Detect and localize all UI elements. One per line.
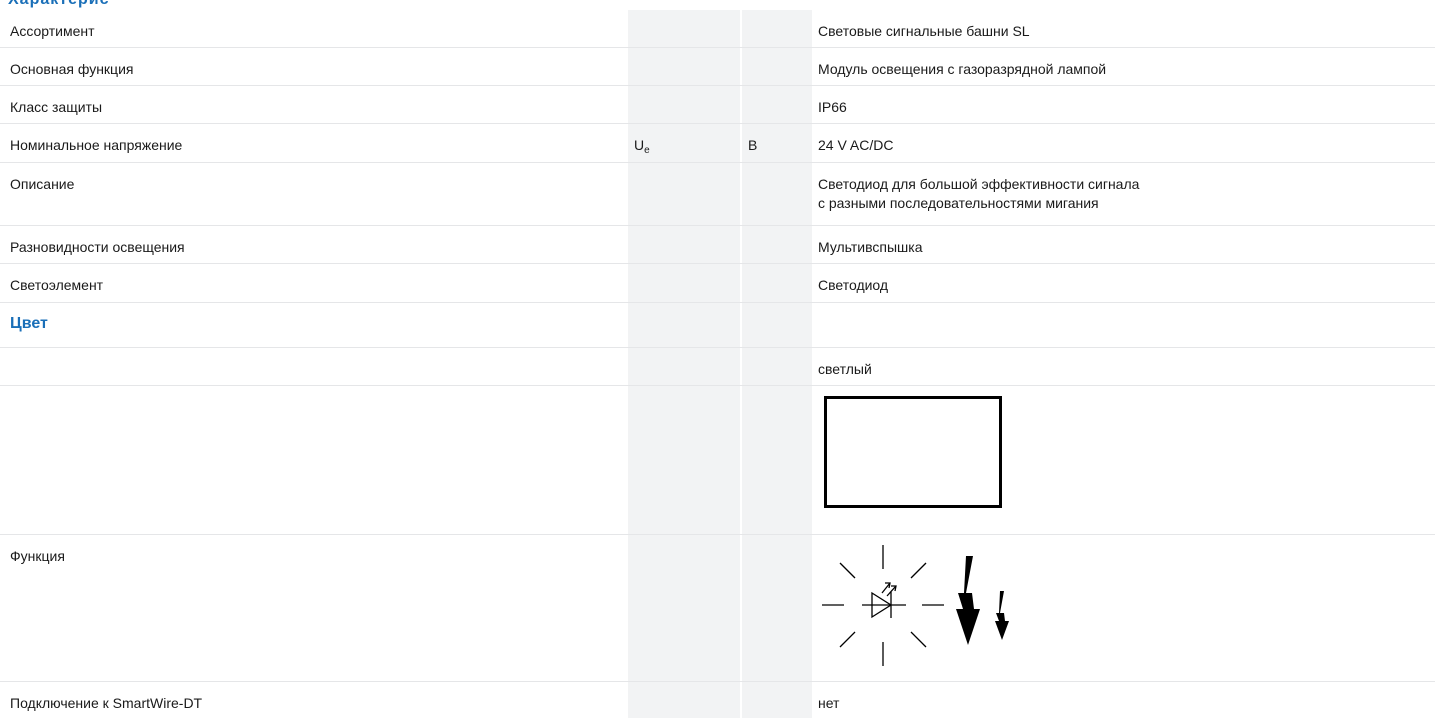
row-label: Ассортимент	[10, 23, 95, 39]
row-label: Номинальное напряжение	[10, 137, 183, 153]
row-value: нет	[818, 695, 840, 711]
color-section-header: Цвет	[0, 303, 1435, 348]
table-row: Функция	[0, 535, 1435, 682]
table-row: Описание Светодиод для большой эффективн…	[0, 163, 1435, 226]
table-row: Основная функция Модуль освещения с газо…	[0, 48, 1435, 86]
row-value: Световые сигнальные башни SL	[818, 23, 1030, 39]
table-row: светлый	[0, 348, 1435, 386]
row-symbol: Ue	[634, 137, 650, 156]
row-value: IP66	[818, 99, 847, 115]
value-line: Светодиод для большой эффективности сигн…	[818, 176, 1140, 192]
color-value: светлый	[818, 361, 872, 377]
table-row: Светоэлемент Светодиод	[0, 264, 1435, 303]
multi-flash-led-icon	[822, 545, 1009, 666]
row-label: Подключение к SmartWire-DT	[10, 695, 203, 711]
row-value: 24 V AC/DC	[818, 137, 894, 153]
row-unit: В	[748, 137, 758, 153]
section-heading: Цвет	[10, 315, 48, 332]
row-value: Светодиод для большой эффективности сигн…	[818, 175, 1139, 213]
table-row: Класс защиты IP66	[0, 86, 1435, 124]
row-value: Светодиод	[818, 277, 889, 293]
row-value: Мультивспышка	[818, 239, 923, 255]
row-label: Разновидности освещения	[10, 239, 185, 255]
table-row: Подключение к SmartWire-DT нет	[0, 682, 1435, 718]
table-row: Номинальное напряжение Ue В 24 V AC/DC	[0, 124, 1435, 163]
row-label: Светоэлемент	[10, 277, 104, 293]
row-value: Модуль освещения с газоразрядной лампой	[818, 61, 1107, 77]
lamp-color-swatch-icon	[824, 396, 1002, 508]
row-label: Описание	[10, 176, 75, 192]
value-line: с разными последовательностями мигания	[818, 195, 1099, 211]
table-row: Ассортимент Световые сигнальные башни SL	[0, 10, 1435, 48]
row-label: Класс защиты	[10, 99, 103, 115]
table-row	[0, 386, 1435, 535]
row-label: Основная функция	[10, 61, 134, 77]
section-title-cropped: Характеристики	[8, 0, 108, 10]
row-label: Функция	[10, 548, 65, 564]
table-row: Разновидности освещения Мультивспышка	[0, 226, 1435, 264]
